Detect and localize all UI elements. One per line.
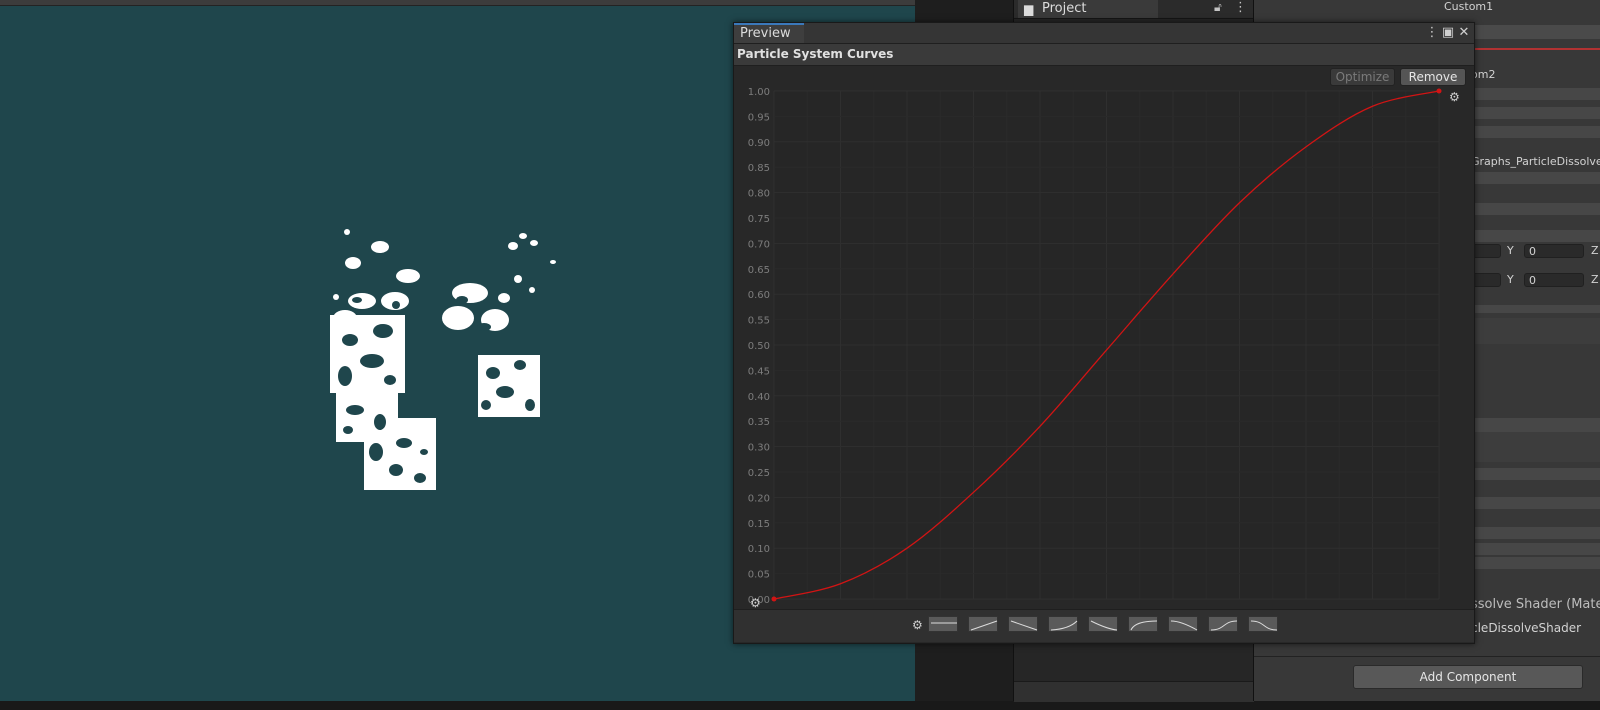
maximize-icon[interactable]: ▣ [1440,24,1456,42]
folder-icon: ▆ [1024,2,1034,16]
y-field[interactable]: 0 [1524,273,1584,287]
shader-path-label: Graphs_ParticleDissolveShad [1471,155,1600,168]
curves-header: Particle System Curves [734,44,1474,66]
curve-preset-button[interactable] [1168,616,1198,632]
y-tick-label: 0.20 [748,493,770,504]
shader-field[interactable]: cleDissolveShader [1471,621,1581,635]
section-title: Particle System Curves [737,47,894,61]
gear-icon[interactable]: ⚙ [750,596,761,609]
y-tick-label: 0.05 [748,570,770,581]
lock-icon[interactable]: 🔓︎ [1214,0,1222,15]
gear-icon[interactable]: ⚙ [1449,90,1460,104]
x-field[interactable] [1471,244,1501,258]
kebab-menu-icon[interactable]: ⋮ [1234,0,1247,15]
y-tick-label: 0.70 [748,239,770,250]
curve-preset-button[interactable] [968,616,998,632]
curve-key[interactable] [771,596,777,602]
preview-titlebar: Preview ⋮ ▣ ✕ [734,23,1474,44]
y-tick-label: 0.60 [748,290,770,301]
y-tick-label: 0.45 [748,366,770,377]
y-tick-label: 0.65 [748,265,770,276]
curve-preset-button[interactable] [1128,616,1158,632]
custom1-label: Custom1 [1444,0,1494,13]
y-tick-label: 0.95 [748,112,770,123]
curve-presets-bar: ⚙ [734,609,1474,642]
material-header: ssolve Shader (Mater [1471,597,1600,612]
y-tick-label: 0.30 [748,443,770,454]
y-tick-label: 0.80 [748,189,770,200]
y-tick-label: 0.85 [748,163,770,174]
curve-preset-button[interactable] [928,616,958,632]
curve-preset-button[interactable] [1208,616,1238,632]
y-tick-label: 0.25 [748,468,770,479]
y-tick-label: 0.40 [748,392,770,403]
y-tick-label: 0.55 [748,316,770,327]
y-tick-label: 0.10 [748,544,770,555]
preview-window[interactable]: Preview ⋮ ▣ ✕ Particle System Curves Opt… [733,22,1475,644]
curve-preset-button[interactable] [1248,616,1278,632]
y-field[interactable]: 0 [1524,244,1584,258]
y-tick-label: 1.00 [748,87,770,98]
curve-preset-button[interactable] [1088,616,1118,632]
y-label: Y [1507,244,1514,257]
y-tick-label: 0.75 [748,214,770,225]
divider [1254,656,1600,657]
kebab-menu-icon[interactable]: ⋮ [1424,24,1440,42]
close-icon[interactable]: ✕ [1456,24,1472,42]
x-field[interactable] [1471,273,1501,287]
add-component-button[interactable]: Add Component [1353,665,1583,689]
z-label: Z [1591,244,1599,257]
tab-preview[interactable]: Preview [734,23,804,43]
curve-preset-button[interactable] [1008,616,1038,632]
project-tabbar: ▆ Project 🔓︎ ⋮ [1014,0,1254,19]
curve-key[interactable] [1436,88,1442,94]
y-tick-label: 0.90 [748,138,770,149]
y-tick-label: 0.35 [748,417,770,428]
y-tick-label: 0.50 [748,341,770,352]
project-footer [1014,681,1254,702]
y-label: Y [1507,273,1514,286]
gear-icon[interactable]: ⚙ [912,618,923,632]
z-label: Z [1591,273,1599,286]
y-tick-label: 0.15 [748,519,770,530]
curve-editor[interactable]: 0.000.050.100.150.200.250.300.350.400.45… [734,65,1474,609]
tab-project[interactable]: ▆ Project [1018,0,1158,18]
curve-preset-button[interactable] [1048,616,1078,632]
